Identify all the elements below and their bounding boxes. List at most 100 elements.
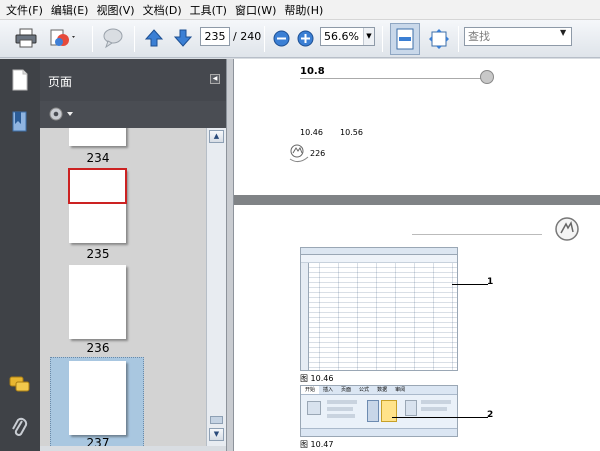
review-button[interactable] (100, 26, 126, 50)
ribbon-filter-button (405, 400, 417, 416)
document-page-235: 10.8 10.46 10.56 226 (234, 59, 600, 195)
panel-options-bar (40, 101, 226, 128)
ribbon-item (327, 400, 357, 404)
collapse-panel-icon[interactable]: ◀ (210, 74, 220, 84)
panel-title: 页面 (48, 75, 73, 89)
page-number-input[interactable]: 235 (200, 27, 230, 46)
note-hand-icon (289, 144, 309, 163)
pages-panel-header: 页面 ◀ (40, 59, 226, 101)
arrow-up-icon (144, 29, 164, 47)
panel-splitter[interactable] (226, 59, 234, 451)
thumbnail-label: 235 (86, 247, 110, 261)
share-icon (50, 29, 75, 46)
ribbon-tab: 数据 (377, 387, 388, 393)
zoom-value: 56.6% (324, 30, 359, 43)
scroll-thumb[interactable] (210, 416, 223, 424)
figure-ref-b: 10.56 (340, 128, 363, 137)
thumbnail-page-237[interactable] (69, 361, 126, 435)
share-button[interactable] (48, 26, 78, 50)
arrow-down-icon (173, 29, 193, 47)
header-rule (412, 234, 542, 235)
search-dropdown-icon[interactable]: ▼ (560, 28, 566, 37)
print-button[interactable] (14, 26, 38, 50)
attachments-panel-button[interactable] (10, 416, 28, 441)
previous-page-button[interactable] (143, 26, 165, 50)
search-input[interactable]: 查找 (464, 27, 572, 46)
document-page-236: 1 图 10.46 开始 插入 页面 公式 数据 审阅 2 图 10.47 (234, 205, 600, 451)
zoom-in-icon (297, 30, 313, 46)
ribbon-tab: 插入 (323, 387, 334, 393)
comment-icon (9, 376, 30, 392)
bookmarks-panel-button[interactable] (11, 111, 29, 136)
document-view[interactable]: 10.8 10.46 10.56 226 1 图 10.46 开始 插入 页面 … (234, 59, 600, 451)
figure-ref-a: 10.46 (300, 128, 323, 137)
thumbnail-page-236[interactable] (69, 265, 126, 339)
fit-width-icon (396, 28, 414, 50)
scroll-down-icon[interactable]: ▼ (209, 428, 224, 441)
ribbon-tab: 公式 (359, 387, 370, 393)
menu-window[interactable]: 窗口(W) (233, 2, 282, 18)
sheet-header-row (301, 255, 457, 263)
view-area-box[interactable] (68, 168, 127, 204)
callout-2: 2 (487, 410, 494, 420)
figure-ribbon: 开始 插入 页面 公式 数据 审阅 (300, 385, 458, 437)
sheet-column-headers (301, 248, 457, 255)
slider-track (300, 78, 490, 79)
zoom-in-button[interactable] (296, 28, 314, 48)
pages-panel-button[interactable] (10, 69, 30, 94)
chevron-down-icon[interactable]: ▼ (363, 28, 374, 45)
ribbon-button (307, 401, 321, 415)
thumbnail-label: 237 (86, 436, 110, 446)
printer-icon (15, 28, 37, 48)
slider-handle (480, 70, 494, 84)
menu-bar: 文件(F) 编辑(E) 视图(V) 文档(D) 工具(T) 窗口(W) 帮助(H… (0, 0, 600, 20)
ribbon-tab: 开始 (301, 386, 320, 394)
menu-document[interactable]: 文档(D) (141, 2, 188, 18)
menu-edit[interactable]: 编辑(E) (49, 2, 95, 18)
ribbon-item (327, 414, 355, 418)
pages-icon (12, 69, 28, 91)
ribbon-tab-strip: 开始 插入 页面 公式 数据 审阅 (301, 386, 457, 395)
bookmark-icon (12, 111, 27, 132)
ribbon-item (327, 407, 353, 411)
ribbon-item (421, 407, 447, 411)
note-number: 226 (310, 149, 326, 158)
fit-width-button[interactable] (390, 23, 420, 55)
thumbnail-list[interactable]: 234 235 236 237 (40, 128, 206, 446)
ribbon-tab: 审阅 (395, 387, 406, 393)
paperclip-icon (12, 417, 28, 436)
ribbon-sort-button (367, 400, 379, 422)
thumbnail-label: 236 (86, 341, 110, 355)
ribbon-group-labels (301, 428, 457, 436)
options-button[interactable] (48, 106, 74, 125)
comment-disabled-icon (103, 28, 123, 49)
thumbnail-page-235[interactable] (68, 168, 127, 243)
callout-line-1 (452, 284, 488, 285)
thumbnail-page-234[interactable] (69, 128, 126, 146)
figure-caption-2: 图 10.47 (300, 440, 334, 449)
figure-spreadsheet (300, 247, 458, 371)
zoom-select[interactable]: 56.6% ▼ (320, 27, 375, 46)
page-total: / 240 (233, 30, 262, 43)
zoom-out-icon (273, 30, 289, 46)
sheet-row-headers (301, 263, 309, 370)
thumbnail-scrollbar[interactable]: ▲ ▼ (206, 128, 226, 446)
callout-line-2 (392, 417, 488, 418)
callout-1: 1 (487, 277, 494, 287)
fit-page-button[interactable] (426, 26, 452, 52)
ribbon-item (421, 400, 451, 404)
ribbon-highlighted-button (381, 400, 397, 422)
sheet-grid (301, 263, 457, 370)
menu-tools[interactable]: 工具(T) (188, 2, 233, 18)
slider-value-label: 10.8 (300, 66, 325, 77)
zoom-out-button[interactable] (272, 28, 290, 48)
menu-view[interactable]: 视图(V) (94, 2, 140, 18)
next-page-button[interactable] (172, 26, 194, 50)
scroll-up-icon[interactable]: ▲ (209, 130, 224, 143)
figure-caption-1: 图 10.46 (300, 374, 334, 383)
menu-help[interactable]: 帮助(H) (282, 2, 329, 18)
navigation-strip (0, 59, 40, 451)
menu-file[interactable]: 文件(F) (4, 2, 49, 18)
thumbnail-label: 234 (86, 151, 110, 165)
comments-panel-button[interactable] (9, 376, 31, 397)
